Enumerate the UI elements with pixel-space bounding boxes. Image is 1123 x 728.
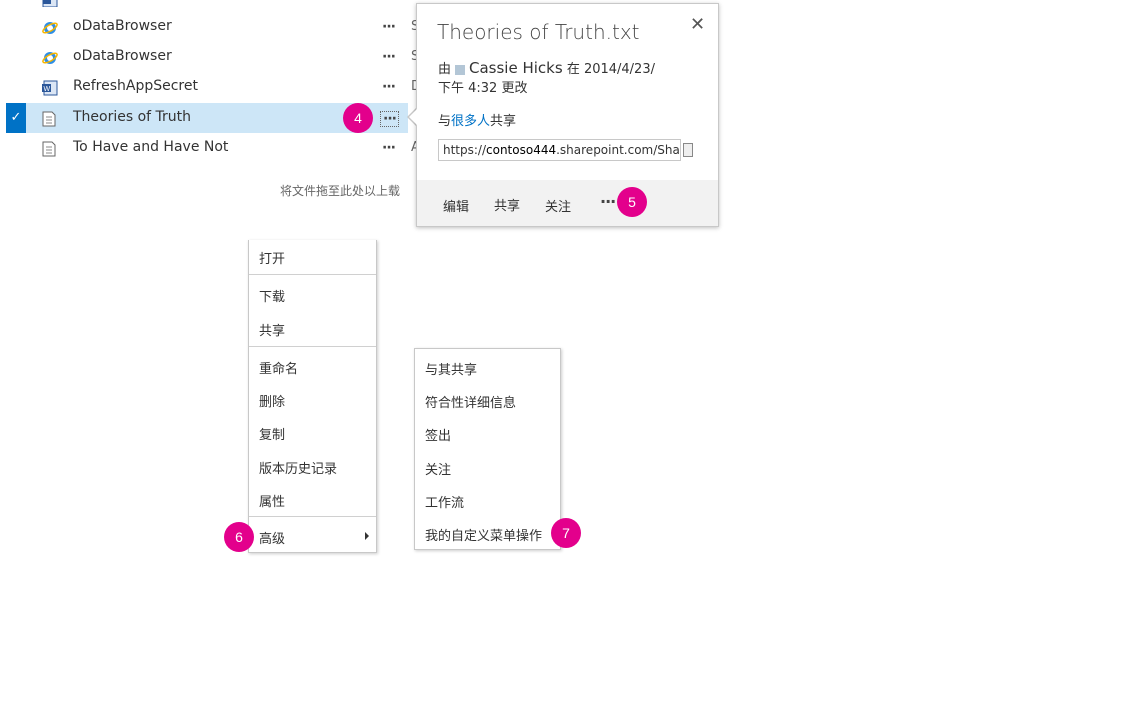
row-menu-ellipsis[interactable]: ··· — [382, 19, 396, 35]
callout-actions: 编辑 共享 关注 ··· — [417, 180, 718, 226]
shared-with-link[interactable]: 很多人 — [451, 114, 490, 129]
callout-pointer-fill — [409, 108, 418, 126]
menu-share[interactable]: 共享 — [259, 320, 285, 339]
file-name[interactable]: To Have and Have Not — [73, 139, 228, 155]
menu-properties[interactable]: 属性 — [259, 491, 285, 510]
row-checkbox[interactable]: ✓ — [6, 103, 26, 133]
menu-delete[interactable]: 删除 — [259, 391, 285, 410]
shared-with-info: 与很多人共享 — [438, 110, 516, 129]
row-menu-ellipsis[interactable]: ··· — [382, 140, 396, 156]
edit-action[interactable]: 编辑 — [443, 196, 469, 215]
file-name[interactable]: Theories of Truth — [73, 109, 191, 125]
text-file-icon — [42, 111, 58, 127]
drop-upload-hint: 将文件拖至此处以上载 — [280, 184, 401, 198]
url-rest: .sharepoint.com/Sha — [556, 143, 680, 157]
share-action[interactable]: 共享 — [494, 195, 520, 214]
shared-suffix: 共享 — [490, 114, 517, 129]
step-badge-7: 7 — [551, 518, 581, 548]
file-row[interactable]: oDataBrowser ··· S — [0, 42, 419, 72]
file-callout: Theories of Truth.txt ✕ 由 Cassie Hicks 在 … — [416, 3, 719, 227]
ie-icon — [42, 50, 58, 66]
meta-time: 下午 4:32 更改 — [438, 81, 528, 96]
menu-compliance-details[interactable]: 符合性详细信息 — [425, 392, 516, 411]
file-name[interactable]: oDataBrowser — [73, 48, 172, 64]
row-menu-ellipsis[interactable]: ··· — [382, 49, 396, 65]
close-icon[interactable]: ✕ — [690, 14, 705, 35]
svg-text:W: W — [44, 86, 51, 93]
menu-share-with[interactable]: 与其共享 — [425, 359, 477, 378]
meta-prefix: 由 — [438, 62, 452, 77]
step-badge-6: 6 — [224, 522, 254, 552]
menu-divider — [249, 516, 376, 517]
menu-advanced[interactable]: 高级 — [259, 528, 285, 547]
file-name[interactable]: RefreshAppSecret — [73, 78, 198, 94]
menu-copy[interactable]: 复制 — [259, 424, 285, 443]
submenu-arrow-icon — [365, 532, 369, 540]
menu-custom-action[interactable]: 我的自定义菜单操作 — [425, 525, 542, 544]
menu-divider — [249, 274, 376, 275]
ie-icon — [42, 20, 58, 36]
file-url-field[interactable]: https://contoso444.sharepoint.com/Sha — [438, 139, 681, 161]
file-row[interactable]: To Have and Have Not ··· A — [0, 133, 420, 163]
menu-divider — [249, 346, 376, 347]
menu-download[interactable]: 下载 — [259, 286, 285, 305]
menu-version-history[interactable]: 版本历史记录 — [259, 458, 337, 477]
author-name[interactable]: Cassie Hicks — [469, 59, 563, 77]
copy-url-icon[interactable] — [683, 143, 693, 157]
menu-workflow[interactable]: 工作流 — [425, 492, 464, 511]
context-menu: 打开 下载 共享 重命名 删除 复制 版本历史记录 属性 高级 — [248, 240, 377, 553]
more-actions-ellipsis[interactable]: ··· — [600, 192, 616, 211]
row-menu-ellipsis[interactable]: ··· — [380, 111, 399, 127]
menu-open[interactable]: 打开 — [259, 248, 285, 267]
file-name[interactable]: oDataBrowser — [73, 18, 172, 34]
meta-date: 在 2014/4/23/ — [566, 62, 655, 77]
menu-rename[interactable]: 重命名 — [259, 358, 298, 377]
callout-modified-info: 由 Cassie Hicks 在 2014/4/23/ 下午 4:32 更改 — [438, 59, 688, 98]
word-doc-icon: W — [42, 80, 58, 96]
url-prefix: https:// — [443, 143, 487, 157]
callout-title: Theories of Truth.txt — [437, 20, 640, 44]
menu-check-out[interactable]: 签出 — [425, 425, 451, 444]
text-file-icon — [42, 141, 58, 157]
step-badge-5: 5 — [617, 187, 647, 217]
follow-action[interactable]: 关注 — [545, 196, 571, 215]
advanced-submenu: 与其共享 符合性详细信息 签出 关注 工作流 我的自定义菜单操作 — [414, 348, 561, 550]
file-row[interactable]: W RefreshAppSecret ··· D — [0, 72, 421, 102]
step-badge-4: 4 — [343, 103, 373, 133]
word-doc-icon — [42, 0, 58, 8]
shared-prefix: 与 — [438, 114, 452, 129]
menu-follow[interactable]: 关注 — [425, 459, 451, 478]
url-host: contoso444 — [486, 143, 557, 157]
file-row[interactable]: oDataBrowser ··· S — [0, 12, 419, 42]
presence-icon — [455, 64, 466, 75]
row-menu-ellipsis[interactable]: ··· — [382, 79, 396, 95]
